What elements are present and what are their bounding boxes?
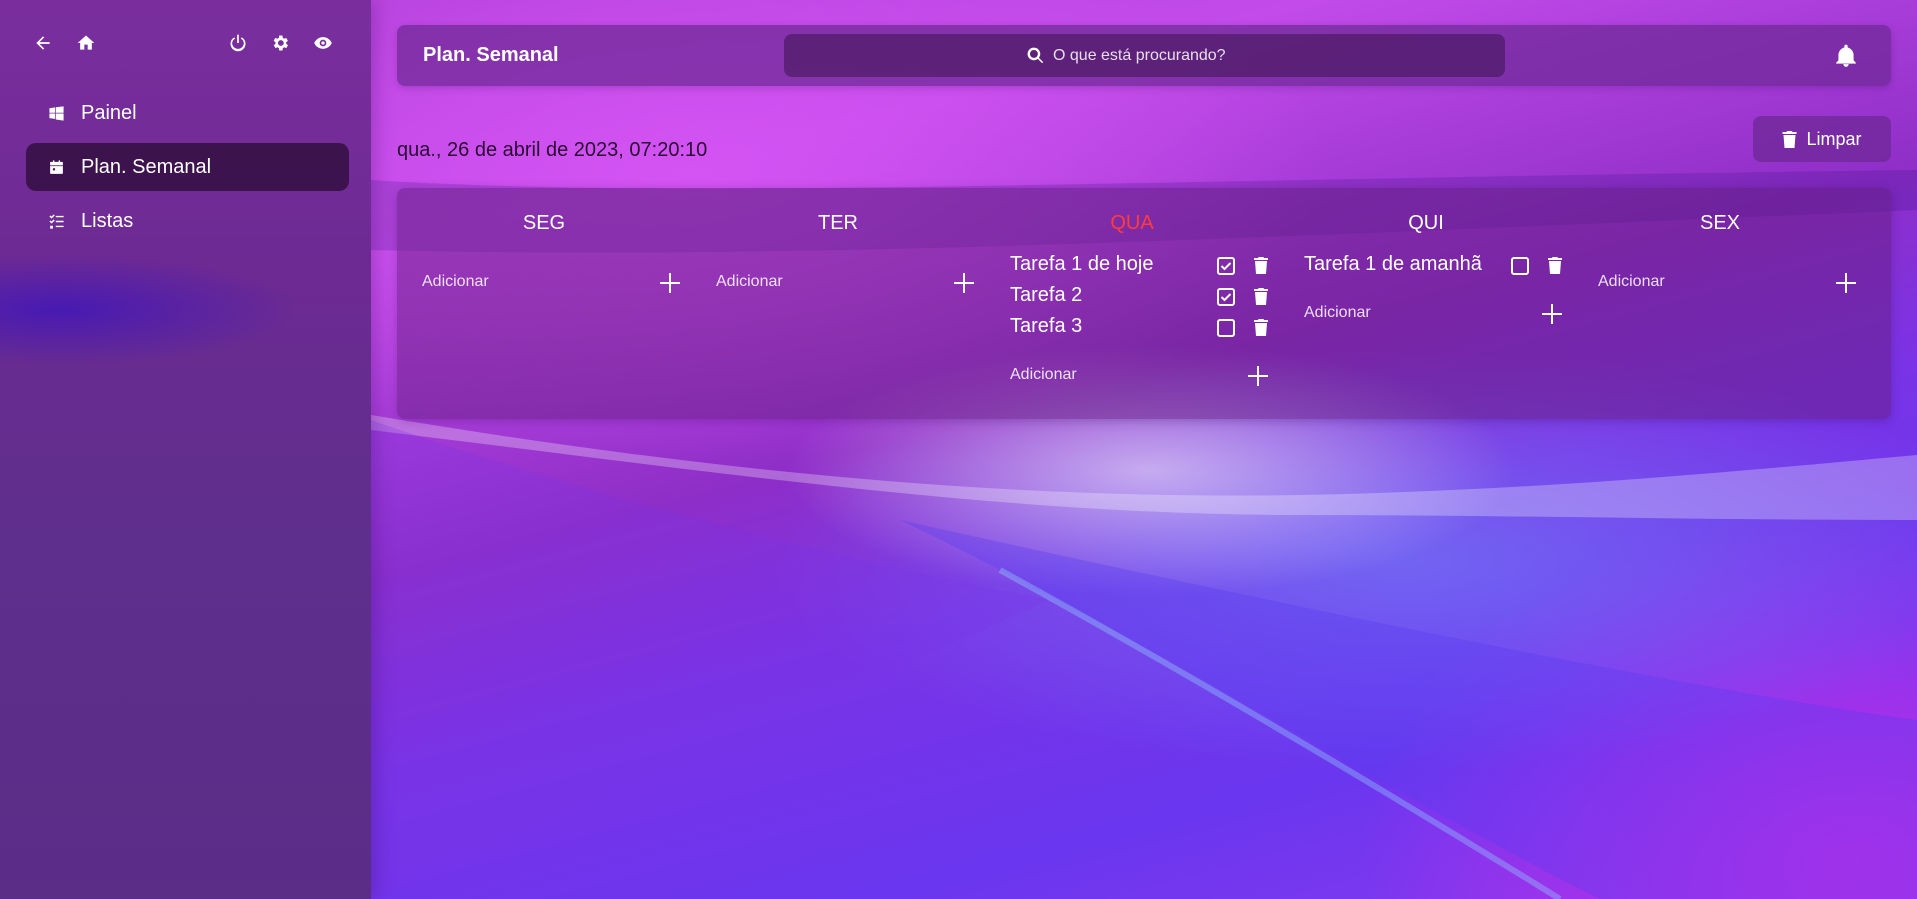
task-name: Tarefa 2	[1010, 284, 1083, 306]
view-button[interactable]	[308, 28, 338, 58]
add-task-button[interactable]	[1834, 271, 1858, 295]
arrow-left-icon	[36, 36, 50, 50]
add-task-row	[1598, 268, 1858, 298]
add-task-input[interactable]	[716, 273, 916, 291]
task-checkbox[interactable]	[1511, 257, 1529, 275]
sidebar-toolbar	[0, 28, 371, 58]
home-button[interactable]	[71, 28, 101, 58]
trash-icon	[1254, 257, 1268, 274]
sidebar-item-label: Plan. Semanal	[81, 155, 212, 178]
calendar-icon	[50, 159, 63, 174]
bell-icon	[1836, 44, 1856, 67]
plus-icon	[954, 273, 974, 293]
task-item: Tarefa 2	[1010, 282, 1270, 310]
trash-icon	[1782, 130, 1797, 148]
task-item: Tarefa 1 de amanhã	[1304, 251, 1564, 279]
plus-icon	[1836, 273, 1856, 293]
add-task-input[interactable]	[422, 273, 622, 291]
add-task-button[interactable]	[1246, 364, 1270, 388]
home-icon	[77, 35, 95, 50]
task-checkbox[interactable]	[1217, 257, 1235, 275]
checkbox-checked-icon	[1217, 288, 1235, 306]
day-header: SEG	[522, 212, 566, 234]
power-button[interactable]	[223, 28, 253, 58]
delete-task-button[interactable]	[1548, 257, 1562, 274]
add-task-row	[1304, 299, 1564, 329]
checklist-icon	[49, 213, 64, 229]
task-item: Tarefa 1 de hoje	[1010, 251, 1270, 279]
clear-button[interactable]: Limpar	[1753, 116, 1891, 162]
top-bar: Plan. Semanal	[397, 25, 1891, 86]
sidebar-item-label: Listas	[81, 209, 134, 232]
day-header: SEX	[1699, 212, 1741, 234]
sidebar-item-plan-semanal[interactable]: Plan. Semanal	[26, 143, 349, 191]
plus-icon	[1248, 366, 1268, 386]
add-task-row	[422, 268, 682, 298]
sidebar-item-painel[interactable]: Painel	[26, 89, 349, 137]
power-icon	[230, 34, 246, 52]
add-task-button[interactable]	[1540, 302, 1564, 326]
delete-task-button[interactable]	[1254, 257, 1268, 274]
sidebar: Painel Plan. Semanal Listas	[0, 0, 371, 899]
current-datetime: qua., 26 de abril de 2023, 07:20:10	[397, 139, 708, 161]
add-task-row	[716, 268, 976, 298]
weekly-board: SEG TER QUA Tarefa 1 de hoje	[397, 188, 1891, 419]
trash-icon	[1548, 257, 1562, 274]
plus-icon	[660, 273, 680, 293]
add-task-input[interactable]	[1010, 366, 1210, 384]
plus-icon	[1542, 304, 1562, 324]
notifications-button[interactable]	[1833, 43, 1859, 69]
add-task-row	[1010, 361, 1270, 391]
checkbox-checked-icon	[1217, 257, 1235, 275]
gear-icon	[273, 35, 288, 51]
day-header: QUI	[1408, 212, 1444, 234]
add-task-button[interactable]	[952, 271, 976, 295]
task-checkbox[interactable]	[1217, 288, 1235, 306]
search-box[interactable]	[784, 34, 1505, 77]
sidebar-item-label: Painel	[81, 101, 137, 124]
task-name: Tarefa 1 de hoje	[1010, 253, 1154, 275]
task-item: Tarefa 3	[1010, 313, 1270, 341]
day-header-today: QUA	[1110, 212, 1154, 234]
sidebar-nav: Painel Plan. Semanal Listas	[26, 89, 349, 251]
search-icon	[1027, 47, 1044, 64]
eye-icon	[314, 37, 332, 49]
search-input[interactable]	[1053, 46, 1263, 65]
checkbox-empty-icon	[1217, 319, 1235, 337]
task-checkbox[interactable]	[1217, 319, 1235, 337]
task-name: Tarefa 3	[1010, 315, 1083, 337]
checkbox-empty-icon	[1511, 257, 1529, 275]
page-title: Plan. Semanal	[423, 44, 559, 66]
settings-button[interactable]	[265, 28, 295, 58]
add-task-input[interactable]	[1304, 304, 1504, 322]
trash-icon	[1254, 319, 1268, 336]
delete-task-button[interactable]	[1254, 288, 1268, 305]
delete-task-button[interactable]	[1254, 319, 1268, 336]
back-button[interactable]	[28, 28, 58, 58]
add-task-input[interactable]	[1598, 273, 1798, 291]
add-task-button[interactable]	[658, 271, 682, 295]
sidebar-item-listas[interactable]: Listas	[26, 197, 349, 245]
day-header: TER	[818, 212, 858, 234]
windows-icon	[49, 105, 64, 121]
task-name: Tarefa 1 de amanhã	[1304, 253, 1482, 275]
trash-icon	[1254, 288, 1268, 305]
clear-button-label: Limpar	[1806, 128, 1862, 149]
